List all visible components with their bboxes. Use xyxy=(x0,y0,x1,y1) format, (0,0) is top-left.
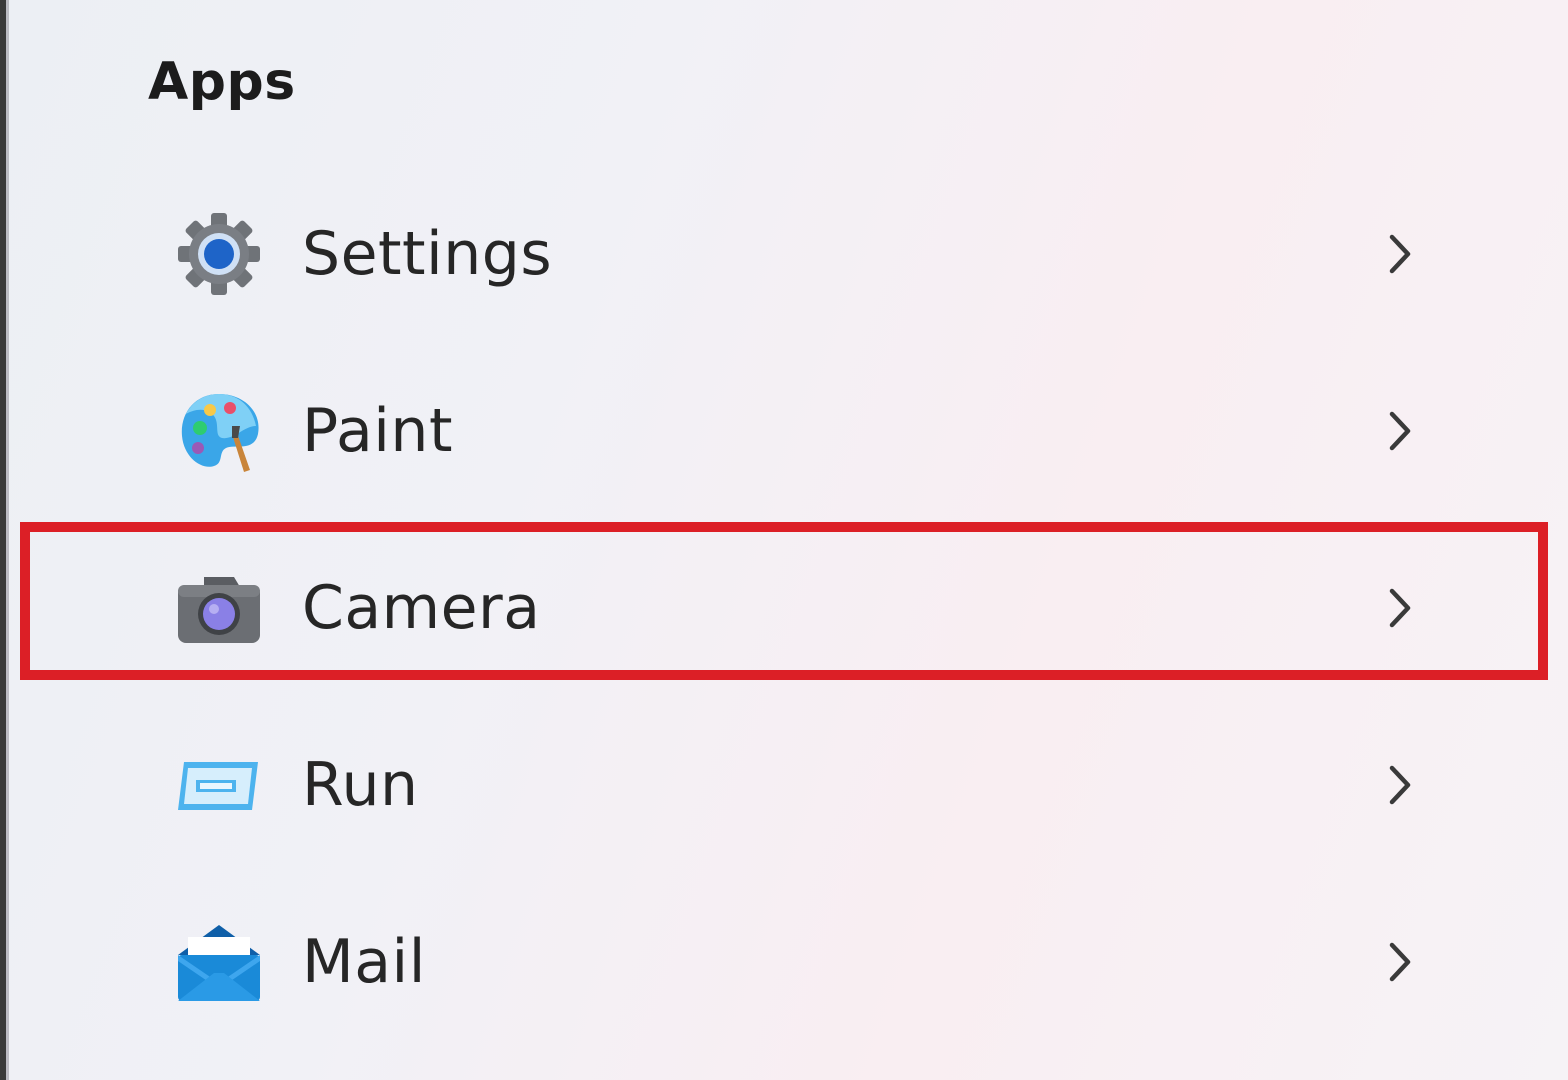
app-item-mail[interactable]: Mail xyxy=(40,873,1520,1050)
chevron-right-icon xyxy=(1380,583,1420,633)
app-label-mail: Mail xyxy=(302,926,426,997)
app-item-camera[interactable]: Camera xyxy=(40,519,1520,696)
app-label-paint: Paint xyxy=(302,395,453,466)
mail-envelope-icon xyxy=(174,917,264,1007)
apps-section-title: Apps xyxy=(148,52,296,112)
chevron-right-icon xyxy=(1380,760,1420,810)
chevron-right-icon xyxy=(1380,406,1420,456)
app-label-camera: Camera xyxy=(302,572,541,643)
run-window-icon xyxy=(174,740,264,830)
apps-panel: Apps Settings Paint Camera Run Mail xyxy=(0,0,1568,1080)
app-item-run[interactable]: Run xyxy=(40,696,1520,873)
settings-gear-icon xyxy=(174,209,264,299)
chevron-right-icon xyxy=(1380,937,1420,987)
app-list: Settings Paint Camera Run Mail xyxy=(40,165,1520,1050)
app-label-run: Run xyxy=(302,749,419,820)
chevron-right-icon xyxy=(1380,229,1420,279)
camera-icon xyxy=(174,563,264,653)
app-item-paint[interactable]: Paint xyxy=(40,342,1520,519)
app-label-settings: Settings xyxy=(302,218,553,289)
app-item-settings[interactable]: Settings xyxy=(40,165,1520,342)
paint-palette-icon xyxy=(174,386,264,476)
